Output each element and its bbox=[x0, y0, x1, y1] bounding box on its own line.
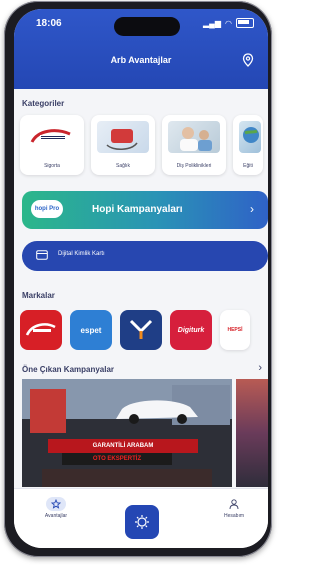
hopi-campaigns-banner[interactable]: hopi Pro Hopi Kampanyaları › bbox=[22, 191, 268, 229]
star-icon bbox=[46, 497, 66, 511]
category-card-sigorta[interactable]: Sigorta bbox=[20, 115, 84, 175]
user-icon bbox=[224, 497, 244, 511]
ankara-sigorta-logo bbox=[25, 323, 56, 336]
brand-espet[interactable]: espet bbox=[70, 310, 112, 350]
banner-line-1: GARANTİLİ ARABAM bbox=[48, 439, 198, 453]
category-card-saglik[interactable]: Sağlık bbox=[91, 115, 155, 175]
brand-aktosigt[interactable] bbox=[120, 310, 162, 350]
app-screen: 18:06 ▂▄▆ ◠ Arb Avantajlar Kategoriler S… bbox=[14, 9, 268, 548]
wifi-icon: ◠ bbox=[225, 18, 232, 28]
category-label: Eğiti bbox=[243, 163, 253, 169]
page-title: Arb Avantajlar bbox=[110, 55, 172, 65]
tab-hesabim[interactable]: Hesabım bbox=[214, 497, 254, 519]
digital-id-card-button[interactable]: Dijital Kimlik Kartı bbox=[22, 241, 268, 271]
education-image bbox=[239, 121, 261, 153]
dental-image bbox=[168, 121, 220, 153]
campaign-banner-oto-ekspertiz[interactable]: GARANTİLİ ARABAM OTO EKSPERTİZ bbox=[22, 379, 232, 487]
category-label: Sağlık bbox=[116, 163, 130, 169]
app-header: 18:06 ▂▄▆ ◠ Arb Avantajlar bbox=[14, 9, 268, 89]
category-label: Diş Poliklinikleri bbox=[176, 163, 212, 169]
brand-digiturk[interactable]: Digiturk bbox=[170, 310, 212, 350]
badge-icon bbox=[135, 515, 149, 529]
categories-title: Kategoriler bbox=[22, 99, 65, 108]
brand-name: HEPSİ bbox=[227, 327, 243, 333]
chevron-right-icon: › bbox=[250, 202, 254, 216]
location-icon[interactable] bbox=[242, 53, 254, 67]
card-icon bbox=[36, 250, 48, 260]
brand-name: espet bbox=[80, 325, 102, 335]
tab-label: Hesabım bbox=[223, 513, 244, 519]
ankara-sigorta-mark bbox=[30, 129, 71, 143]
dynamic-island bbox=[114, 17, 180, 36]
campaign-banner-next[interactable] bbox=[236, 379, 268, 487]
brands-row: espet Digiturk HEPSİ bbox=[20, 310, 250, 350]
signal-icon: ▂▄▆ bbox=[203, 18, 222, 28]
campaign-photo bbox=[22, 379, 232, 487]
banner-line-2: OTO EKSPERTİZ bbox=[62, 453, 172, 465]
brand-ankara-sigorta[interactable] bbox=[20, 310, 62, 350]
health-image bbox=[97, 121, 149, 153]
tab-label: Avantajlar bbox=[44, 513, 68, 519]
category-card-egitim[interactable]: Eğiti bbox=[233, 115, 263, 175]
campaigns-title: Öne Çıkan Kampanyalar bbox=[22, 365, 115, 374]
phone-frame: 18:06 ▂▄▆ ◠ Arb Avantajlar Kategoriler S… bbox=[4, 1, 272, 557]
battery-icon bbox=[236, 18, 254, 28]
center-action-button[interactable] bbox=[125, 505, 159, 539]
aktosigt-logo bbox=[129, 319, 153, 339]
brand-name: Digiturk bbox=[177, 326, 205, 334]
categories-row: Sigorta Sağlık Diş Poliklinikleri Eğiti bbox=[20, 115, 263, 175]
status-icons: ▂▄▆ ◠ bbox=[203, 18, 254, 28]
brand-hepsi[interactable]: HEPSİ bbox=[220, 310, 250, 350]
digital-id-card-label: Dijital Kimlik Kartı bbox=[58, 251, 105, 257]
category-card-dis[interactable]: Diş Poliklinikleri bbox=[162, 115, 226, 175]
hopi-logo: hopi Pro bbox=[31, 200, 63, 218]
category-label: Sigorta bbox=[44, 163, 60, 169]
status-time: 18:06 bbox=[36, 18, 62, 29]
chevron-right-icon[interactable]: › bbox=[258, 362, 262, 374]
hopi-title: Hopi Kampanyaları bbox=[92, 204, 183, 215]
tab-avantajlar[interactable]: Avantajlar bbox=[36, 497, 76, 519]
brands-title: Markalar bbox=[22, 291, 55, 300]
ankara-sigorta-logo bbox=[26, 121, 78, 153]
